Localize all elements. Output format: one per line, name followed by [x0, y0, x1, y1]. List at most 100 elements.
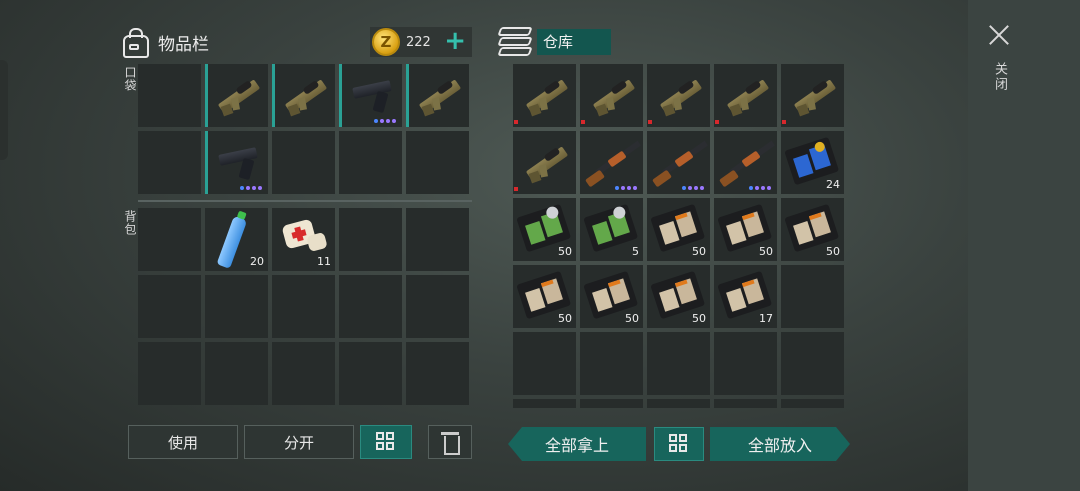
rarity-dots	[682, 186, 704, 190]
rarity-dots	[615, 186, 637, 190]
pistol-icon	[217, 145, 261, 185]
inventory-slot[interactable]: 50	[781, 198, 844, 261]
take-all-button[interactable]: 全部拿上	[508, 427, 646, 461]
inventory-slot[interactable]	[406, 131, 469, 194]
inventory-slot[interactable]	[339, 64, 402, 127]
storage-box-icon	[497, 25, 533, 59]
inventory-slot[interactable]	[138, 275, 201, 338]
add-coins-button[interactable]: +	[444, 28, 466, 54]
inventory-slot[interactable]: 50	[580, 265, 643, 328]
inventory-slot[interactable]: 5	[580, 198, 643, 261]
inventory-slot[interactable]	[513, 332, 576, 395]
grid-sort-icon	[669, 434, 689, 454]
sort-storage-button[interactable]	[654, 427, 704, 461]
inventory-slot[interactable]	[205, 64, 268, 127]
inventory-slot[interactable]	[647, 64, 710, 127]
inventory-slot[interactable]: 50	[647, 198, 710, 261]
inventory-slot[interactable]	[406, 342, 469, 405]
trash-icon	[441, 430, 460, 455]
assault-rifle-icon	[590, 78, 636, 118]
inventory-slot[interactable]	[406, 275, 469, 338]
storage-grid[interactable]: 24 50 5 50 50 50 50 50 50 17	[513, 64, 844, 408]
inventory-slot[interactable]: 50	[714, 198, 777, 261]
item-quantity: 17	[759, 312, 773, 325]
inventory-slot[interactable]	[714, 332, 777, 395]
inventory-slot[interactable]	[138, 208, 201, 271]
right-side-panel	[968, 0, 1080, 491]
inventory-slot[interactable]	[647, 131, 710, 194]
shotgun-icon	[718, 140, 776, 189]
inventory-slot[interactable]	[513, 399, 576, 408]
inventory-slot[interactable]	[714, 399, 777, 408]
inventory-header: 物品栏	[122, 28, 209, 58]
inventory-slot[interactable]	[205, 275, 268, 338]
put-all-button[interactable]: 全部放入	[710, 427, 850, 461]
inventory-slot[interactable]	[513, 64, 576, 127]
item-quantity: 24	[826, 178, 840, 191]
inventory-slot[interactable]	[580, 332, 643, 395]
inventory-slot[interactable]	[647, 332, 710, 395]
assault-rifle-icon	[657, 78, 703, 118]
assault-rifle-icon	[791, 78, 837, 118]
storage-title: 仓库	[537, 29, 611, 55]
inventory-slot[interactable]	[406, 64, 469, 127]
item-quantity: 50	[692, 312, 706, 325]
sort-inventory-button[interactable]	[360, 425, 412, 459]
pistol-icon	[351, 78, 395, 118]
inventory-slot[interactable]	[339, 131, 402, 194]
inventory-slot[interactable]	[205, 131, 268, 194]
inventory-slot[interactable]	[647, 399, 710, 408]
assault-rifle-icon	[416, 78, 462, 118]
inventory-slot[interactable]	[272, 64, 335, 127]
discard-button[interactable]	[428, 425, 472, 459]
inventory-slot[interactable]	[781, 332, 844, 395]
water-bottle-icon	[216, 215, 248, 269]
inventory-slot[interactable]	[339, 342, 402, 405]
durability-marker	[648, 120, 652, 124]
inventory-slot[interactable]: 50	[647, 265, 710, 328]
inventory-slot[interactable]	[339, 275, 402, 338]
inventory-slot[interactable]	[205, 342, 268, 405]
inventory-slot[interactable]	[781, 399, 844, 408]
inventory-slot[interactable]: 11	[272, 208, 335, 271]
split-button[interactable]: 分开	[244, 425, 354, 459]
inventory-slot[interactable]	[580, 64, 643, 127]
assault-rifle-icon	[724, 78, 770, 118]
inventory-slot[interactable]	[339, 208, 402, 271]
assault-rifle-icon	[215, 78, 261, 118]
close-label[interactable]: 关闭	[990, 62, 1009, 92]
inventory-slot[interactable]	[781, 265, 844, 328]
inventory-slot[interactable]	[406, 208, 469, 271]
item-quantity: 50	[826, 245, 840, 258]
rarity-dots	[749, 186, 771, 190]
inventory-slot[interactable]: 50	[513, 198, 576, 261]
inventory-slot[interactable]	[580, 399, 643, 408]
inventory-slot[interactable]: 17	[714, 265, 777, 328]
coin-amount: 222	[406, 34, 431, 50]
item-quantity: 50	[759, 245, 773, 258]
inventory-slot[interactable]: 20	[205, 208, 268, 271]
inventory-slot[interactable]	[272, 131, 335, 194]
item-quantity: 50	[692, 245, 706, 258]
inventory-slot[interactable]	[272, 275, 335, 338]
durability-marker	[782, 120, 786, 124]
inventory-slot[interactable]	[138, 342, 201, 405]
close-icon[interactable]	[988, 24, 1010, 46]
inventory-slot[interactable]	[138, 131, 201, 194]
shotgun-icon	[651, 140, 709, 189]
inventory-slot[interactable]	[714, 131, 777, 194]
inventory-slot[interactable]	[714, 64, 777, 127]
item-quantity: 50	[558, 245, 572, 258]
inventory-slot[interactable]	[580, 131, 643, 194]
item-quantity: 50	[625, 312, 639, 325]
backpack-icon	[122, 28, 149, 58]
inventory-slot[interactable]	[781, 64, 844, 127]
inventory-slot[interactable]: 50	[513, 265, 576, 328]
inventory-slot[interactable]: 24	[781, 131, 844, 194]
durability-marker	[514, 187, 518, 191]
pocket-grid	[138, 64, 469, 194]
inventory-slot[interactable]	[513, 131, 576, 194]
inventory-slot[interactable]	[138, 64, 201, 127]
use-button[interactable]: 使用	[128, 425, 238, 459]
inventory-slot[interactable]	[272, 342, 335, 405]
